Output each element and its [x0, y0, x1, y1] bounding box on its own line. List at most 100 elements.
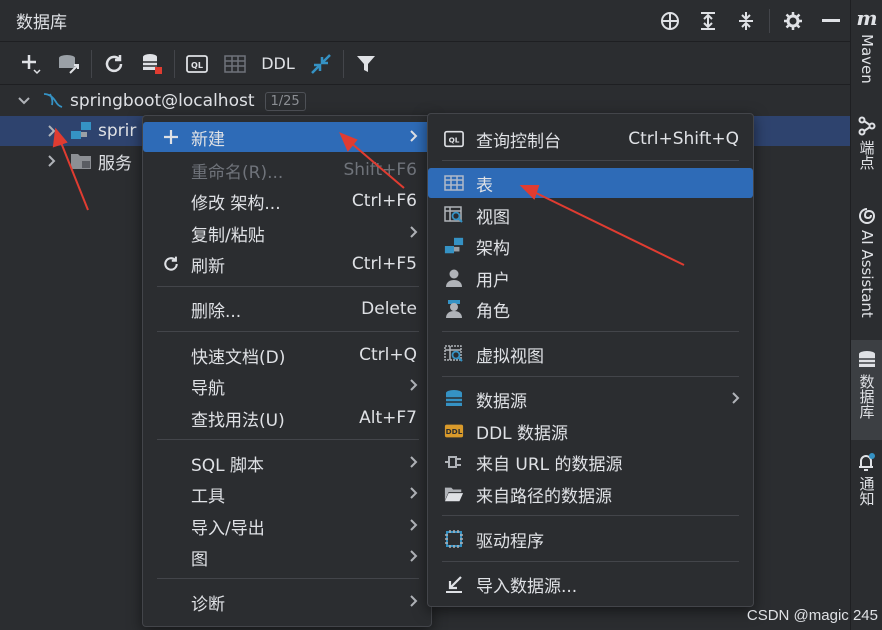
submenu-item-data-source-from-path[interactable]: 来自路径的数据源 [428, 479, 753, 509]
plug-icon [444, 452, 464, 472]
svg-text:DDL: DDL [446, 427, 463, 436]
stripe-ai-assistant[interactable]: AI Assistant [851, 206, 882, 326]
folder-open-icon [444, 484, 464, 504]
submenu-item-user[interactable]: 用户 [428, 263, 753, 293]
minimize-icon[interactable] [812, 0, 850, 42]
ddl-icon: DDL [444, 421, 464, 441]
stripe-ai-assistant-label: AI Assistant [858, 230, 876, 318]
add-icon[interactable] [12, 46, 50, 82]
menu-item-sql-scripts[interactable]: SQL 脚本 [143, 448, 431, 478]
menu-separator [442, 160, 739, 161]
chevron-right-icon[interactable] [42, 154, 62, 168]
submenu-item-driver[interactable]: 驱动程序 [428, 524, 753, 554]
chevron-right-icon [409, 517, 419, 538]
menu-item-delete[interactable]: 删除... Delete [143, 294, 431, 324]
submenu-item-virtual-view[interactable]: 虚拟视图 [428, 339, 753, 369]
svg-text:QL: QL [191, 61, 203, 70]
submenu-item-data-source-from-url[interactable]: 来自 URL 的数据源 [428, 447, 753, 477]
refresh-icon[interactable] [95, 46, 133, 82]
menu-item-refresh[interactable]: 刷新 Ctrl+F5 [143, 249, 431, 279]
ddl-label: DDL [261, 54, 295, 73]
view-icon [444, 205, 464, 225]
menu-item-new[interactable]: 新建 [143, 122, 431, 152]
svg-text:QL: QL [449, 136, 460, 145]
schema-icon [444, 236, 464, 256]
toolbar-separator [91, 49, 92, 78]
menu-item-diagnostics[interactable]: 诊断 [143, 587, 431, 617]
submenu-item-role[interactable]: 角色 [428, 294, 753, 324]
user-icon [444, 268, 464, 288]
menu-item-rename[interactable]: 重命名(R)... Shift+F6 [143, 155, 431, 185]
stripe-maven[interactable]: m Maven [851, 6, 882, 102]
toolbar-separator [343, 49, 344, 78]
menu-item-find-usages[interactable]: 查找用法(U) Alt+F7 [143, 403, 431, 433]
stripe-maven-label: Maven [858, 34, 876, 84]
menu-item-quick-doc[interactable]: 快速文档(D) Ctrl+Q [143, 340, 431, 370]
toolbar-separator [174, 49, 175, 78]
right-tool-stripe: m Maven 端点 AI Assistant 数据库 通知 [850, 0, 882, 630]
query-console-icon[interactable]: QL [178, 46, 216, 82]
schema-icon [70, 121, 92, 141]
chevron-right-icon [409, 377, 419, 398]
context-menu: 新建 重命名(R)... Shift+F6 修改 架构... Ctrl+F6 复… [142, 115, 432, 627]
submenu-item-view[interactable]: 视图 [428, 200, 753, 230]
menu-item-navigate[interactable]: 导航 [143, 371, 431, 401]
table-icon [444, 173, 464, 193]
collapse-all-icon[interactable] [727, 0, 765, 42]
tree-row-root[interactable]: springboot@localhost 1/25 [0, 86, 850, 116]
chevron-right-icon [409, 593, 419, 614]
endpoints-icon [858, 116, 876, 136]
tree-server-label: 服务 [98, 153, 132, 174]
tool-window-header: 数据库 [0, 0, 850, 42]
submenu-item-table[interactable]: 表 [428, 168, 753, 198]
folder-icon [70, 151, 92, 171]
menu-item-tools[interactable]: 工具 [143, 479, 431, 509]
gear-icon[interactable] [774, 0, 812, 42]
expand-all-icon[interactable] [689, 0, 727, 42]
chevron-right-icon [409, 485, 419, 506]
chevron-right-icon [731, 390, 741, 411]
bell-icon [859, 453, 875, 471]
stop-database-icon[interactable] [133, 46, 171, 82]
stripe-endpoints[interactable]: 端点 [851, 116, 882, 192]
filter-icon[interactable] [347, 46, 385, 82]
maven-icon: m [856, 6, 878, 30]
menu-item-import-export[interactable]: 导入/导出 [143, 511, 431, 541]
stripe-notifications[interactable]: 通知 [851, 452, 882, 522]
menu-item-copy-paste[interactable]: 复制/粘贴 [143, 218, 431, 248]
tree-root-label: springboot@localhost [70, 91, 255, 111]
stripe-endpoints-label: 端点 [857, 140, 876, 170]
stripe-notifications-label: 通知 [857, 476, 876, 506]
crosshair-icon[interactable] [651, 0, 689, 42]
tool-window-title: 数据库 [16, 13, 67, 33]
submenu-item-import-data-sources[interactable]: 导入数据源... [428, 569, 753, 599]
tree-schema-label: sprir [98, 121, 137, 141]
driver-icon [444, 529, 464, 549]
stripe-database[interactable]: 数据库 [851, 340, 882, 440]
menu-separator [442, 331, 739, 332]
import-icon [444, 574, 464, 594]
submenu-item-data-source[interactable]: 数据源 [428, 384, 753, 414]
submenu-item-schema[interactable]: 架构 [428, 231, 753, 261]
compare-icon[interactable] [302, 46, 340, 82]
submenu-item-ddl-data-source[interactable]: DDL DDL 数据源 [428, 416, 753, 446]
table-editor-icon[interactable] [216, 46, 254, 82]
ai-assistant-icon [859, 208, 876, 224]
menu-item-modify-schema[interactable]: 修改 架构... Ctrl+F6 [143, 186, 431, 216]
plus-icon [161, 127, 181, 147]
refresh-icon [161, 254, 181, 274]
menu-separator [442, 515, 739, 516]
menu-item-diagrams[interactable]: 图 [143, 542, 431, 572]
chevron-down-icon[interactable] [14, 96, 34, 106]
menu-separator [442, 561, 739, 562]
ddl-button[interactable]: DDL [254, 46, 302, 82]
menu-separator [157, 439, 419, 440]
submenu-item-query-console[interactable]: QL 查询控制台 Ctrl+Shift+Q [428, 124, 753, 154]
header-actions [651, 0, 850, 42]
watermark: CSDN @magic 245 [746, 607, 878, 624]
database-icon [859, 351, 875, 367]
chevron-right-icon[interactable] [42, 124, 62, 138]
menu-separator [157, 331, 419, 332]
stripe-database-label: 数据库 [857, 374, 876, 419]
data-source-properties-icon[interactable] [50, 46, 88, 82]
